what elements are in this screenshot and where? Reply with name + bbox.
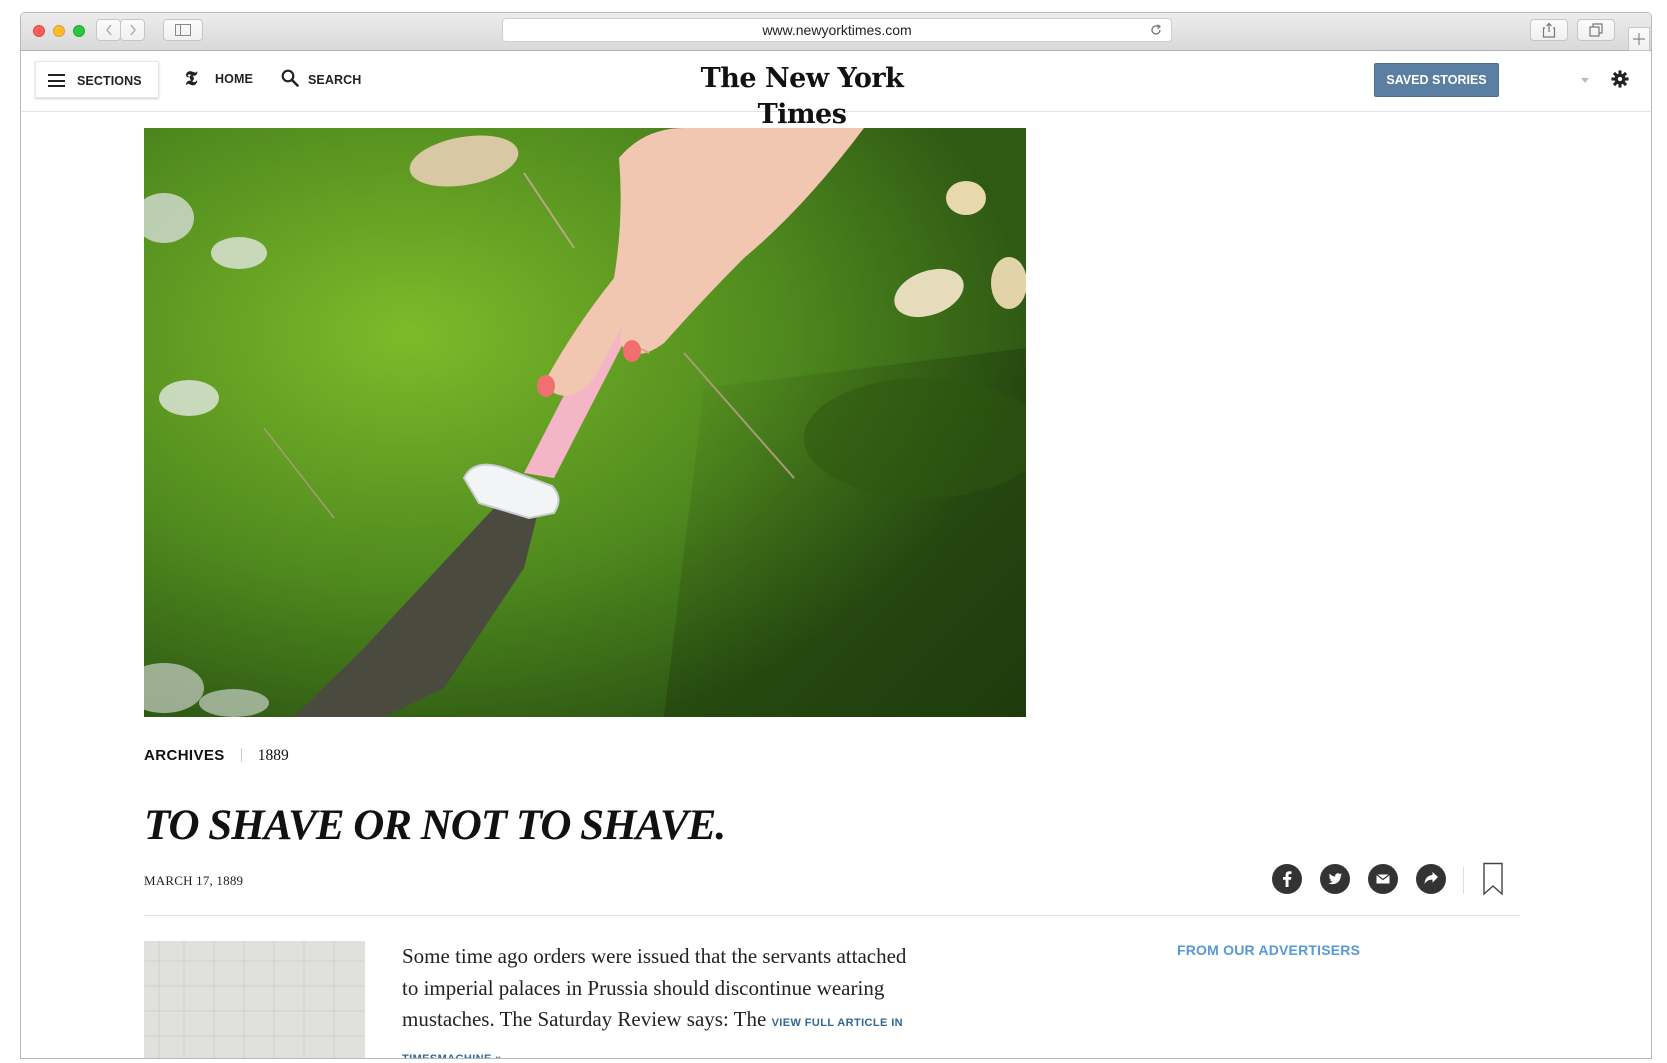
- saved-stories-button[interactable]: SAVED STORIES: [1374, 63, 1499, 97]
- article-date: MARCH 17, 1889: [144, 873, 244, 888]
- sidebar-toggle-button[interactable]: [163, 19, 203, 41]
- hero-image: [144, 128, 1026, 717]
- kicker-divider: [240, 748, 242, 762]
- browser-toolbar: www.newyorktimes.com: [21, 13, 1651, 51]
- zoom-window-button[interactable]: [73, 25, 85, 37]
- bookmark-icon[interactable]: [1481, 862, 1505, 896]
- search-icon[interactable]: [281, 69, 299, 87]
- url-text: www.newyorktimes.com: [762, 22, 912, 38]
- from-our-advertisers-link[interactable]: FROM OUR ADVERTISERS: [1177, 942, 1360, 958]
- chevron-right-icon: [129, 24, 136, 36]
- share-icon: [1424, 872, 1438, 884]
- close-window-button[interactable]: [33, 25, 45, 37]
- archive-page-thumbnail[interactable]: [144, 941, 365, 1058]
- tabs-icon: [1589, 23, 1603, 37]
- nyt-t-icon: 𝕿: [185, 66, 198, 90]
- new-tab-button[interactable]: [1628, 27, 1650, 51]
- facebook-icon: [1283, 871, 1292, 887]
- article-divider: [144, 915, 1520, 916]
- twitter-share-button[interactable]: [1320, 864, 1350, 894]
- address-bar[interactable]: www.newyorktimes.com: [502, 18, 1172, 42]
- archives-label[interactable]: ARCHIVES: [144, 747, 225, 764]
- archive-year: 1889: [257, 747, 289, 764]
- share-page-button[interactable]: [1530, 19, 1568, 41]
- chevron-left-icon: [105, 24, 112, 36]
- share-page-icon: [1542, 22, 1556, 38]
- site-header: SECTIONS 𝕿 HOME SEARCH The New York Time…: [21, 51, 1651, 130]
- email-icon: [1376, 874, 1390, 884]
- back-button[interactable]: [96, 19, 121, 41]
- home-link[interactable]: HOME: [215, 72, 253, 86]
- search-link[interactable]: SEARCH: [308, 73, 361, 87]
- chevron-down-icon[interactable]: [1581, 78, 1589, 83]
- reload-icon[interactable]: [1149, 23, 1163, 37]
- email-share-button[interactable]: [1368, 864, 1398, 894]
- sections-button[interactable]: SECTIONS: [35, 61, 159, 98]
- article-kicker: ARCHIVES 1889: [144, 747, 289, 765]
- share-divider: [1463, 867, 1464, 894]
- site-logo[interactable]: The New York Times: [652, 61, 952, 133]
- plus-icon: [1633, 33, 1645, 45]
- newspaper-scan-image: [144, 941, 365, 1058]
- minimize-window-button[interactable]: [53, 25, 65, 37]
- facebook-share-button[interactable]: [1272, 864, 1302, 894]
- browser-window: www.newyorktimes.com SECTIONS 𝕿 HOME SEA…: [20, 12, 1652, 1059]
- twitter-icon: [1328, 873, 1342, 885]
- tabs-overview-button[interactable]: [1577, 19, 1615, 41]
- sidebar-icon: [175, 24, 191, 36]
- moss-razor-photo: [144, 128, 1026, 717]
- more-share-button[interactable]: [1416, 864, 1446, 894]
- hamburger-icon: [48, 74, 65, 87]
- sections-label: SECTIONS: [77, 74, 142, 88]
- gear-icon[interactable]: [1611, 70, 1629, 88]
- article-body: Some time ago orders were issued that th…: [402, 941, 922, 1058]
- article-headline: TO SHAVE OR NOT TO SHAVE.: [144, 802, 726, 849]
- forward-button[interactable]: [120, 19, 145, 41]
